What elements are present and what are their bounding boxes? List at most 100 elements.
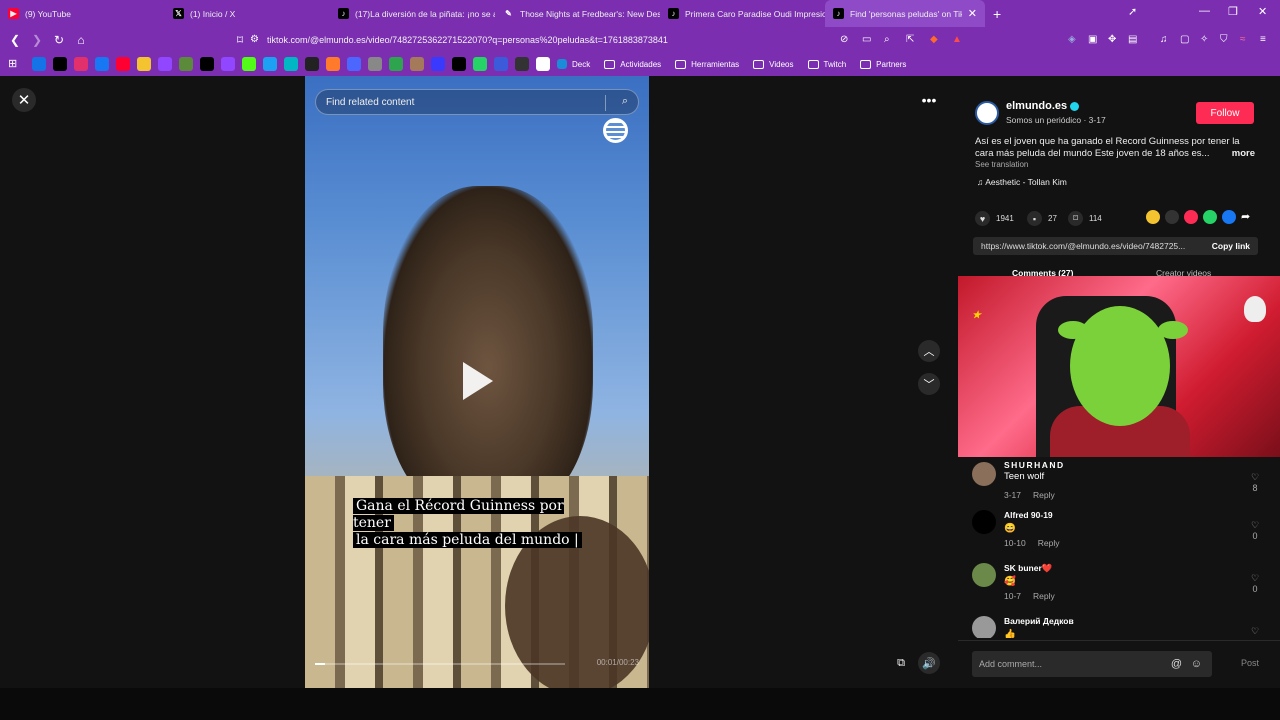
comment-like[interactable]: ♡ 0 — [1248, 573, 1262, 594]
bookmark-orange-icon[interactable] — [326, 57, 340, 71]
commenter-name[interactable]: SK buner❤️ — [1004, 563, 1052, 574]
embed-icon[interactable] — [1165, 210, 1179, 224]
comment-like[interactable]: ♡ 8 — [1248, 472, 1262, 493]
bookmark-outlook-icon[interactable] — [32, 57, 46, 71]
close-video-button[interactable]: ✕ — [12, 88, 36, 112]
music-link[interactable]: ♫ Aesthetic - Tollan Kim — [977, 177, 1067, 187]
menu-icon[interactable]: ≡ — [1260, 34, 1266, 45]
share-icon[interactable]: ⇱ — [906, 34, 914, 45]
vpn-icon[interactable]: ⛉ — [1220, 34, 1228, 45]
commenter-avatar[interactable] — [972, 616, 996, 638]
rewards-icon[interactable]: ▲ — [952, 34, 962, 45]
commenter-name[interactable]: SHURHAND — [1004, 460, 1065, 470]
follow-button[interactable]: Follow — [1196, 102, 1254, 124]
new-tab-button[interactable]: + — [993, 6, 1001, 22]
bookmark-twitch-icon[interactable] — [221, 57, 235, 71]
repost-icon[interactable] — [1146, 210, 1160, 224]
bookmark-tiktok-icon[interactable] — [53, 57, 67, 71]
bookmark-chat-icon[interactable] — [389, 57, 403, 71]
reply-link[interactable]: Reply — [1033, 490, 1055, 500]
site-settings-icon[interactable]: ⚙ — [250, 34, 259, 45]
wallet-icon[interactable]: ◈ — [1068, 34, 1076, 45]
bookmark-gray-icon[interactable] — [368, 57, 382, 71]
whatsapp-share-icon[interactable] — [1203, 210, 1217, 224]
browser-tab-tiktok-pinata[interactable]: ♪ (17)La diversión de la piñata: ¡no se … — [330, 0, 495, 27]
comment-like[interactable]: ♡ 0 — [1248, 520, 1262, 541]
bookmark-blue-icon[interactable] — [263, 57, 277, 71]
bookmark-white-icon[interactable] — [536, 57, 550, 71]
bookmark-instagram-icon[interactable] — [74, 57, 88, 71]
commenter-avatar[interactable] — [972, 462, 996, 486]
back-icon[interactable]: ❮ — [5, 33, 25, 47]
bookmark-teal-icon[interactable] — [284, 57, 298, 71]
copy-link-button[interactable]: Copy link — [1212, 241, 1250, 251]
facebook-share-icon[interactable] — [1222, 210, 1236, 224]
creator-avatar[interactable] — [975, 101, 999, 125]
bookmark-dark-icon[interactable] — [305, 57, 319, 71]
bookmark-folder-partners[interactable]: Partners — [860, 59, 906, 69]
post-comment-button[interactable]: Post — [1241, 658, 1259, 668]
window-close-icon[interactable]: ✕ — [1258, 5, 1267, 18]
add-comment-input[interactable]: Add comment... @ ☺ — [972, 651, 1212, 677]
bookmark-kick-icon[interactable] — [242, 57, 256, 71]
previous-video-chevron-up-icon[interactable]: ︿ — [918, 340, 940, 362]
like-stat[interactable]: ♥ 1941 — [975, 211, 1014, 226]
bookmark-facebook-icon[interactable] — [95, 57, 109, 71]
bookmark-indigo-icon[interactable] — [347, 57, 361, 71]
screen-icon[interactable]: ▭ — [862, 34, 871, 45]
close-tab-icon[interactable]: ✕ — [962, 7, 977, 20]
next-video-chevron-down-icon[interactable]: ﹀ — [918, 373, 940, 395]
volume-icon[interactable]: 🔊 — [918, 652, 940, 674]
leo-icon[interactable]: ✧ — [1200, 34, 1208, 45]
no-camera-icon[interactable]: ⊘ — [840, 34, 848, 45]
play-icon[interactable] — [463, 362, 493, 400]
share-arrow-icon[interactable]: ➦ — [1241, 210, 1255, 224]
mention-icon[interactable]: @ — [1171, 658, 1182, 670]
bookmark-x-icon[interactable] — [200, 57, 214, 71]
video-progress-bar[interactable] — [315, 663, 565, 665]
more-options-icon[interactable]: ••• — [918, 89, 940, 111]
search-icon[interactable]: ⌕ — [622, 95, 628, 108]
sidebar-icon[interactable]: ▤ — [1128, 34, 1137, 45]
creator-username[interactable]: elmundo.es — [1006, 100, 1080, 112]
commenter-name[interactable]: Alfred 90-19 — [1004, 510, 1053, 520]
bookmark-royal-icon[interactable] — [431, 57, 445, 71]
bookmark-whatsapp-icon[interactable] — [473, 57, 487, 71]
bookmark-folder-twitch[interactable]: Twitch — [807, 59, 846, 69]
commenter-avatar[interactable] — [972, 563, 996, 587]
commenter-name[interactable]: Валерий Дедков — [1004, 616, 1074, 626]
extension-icon[interactable]: ▣ — [1088, 34, 1097, 45]
emoji-icon[interactable]: ☺ — [1191, 658, 1202, 670]
bookmark-yellow-icon[interactable] — [137, 57, 151, 71]
reload-icon[interactable]: ↻ — [49, 33, 69, 47]
more-link[interactable]: more — [1232, 148, 1255, 160]
bookmark-r-icon[interactable] — [494, 57, 508, 71]
bookmark-folder-actividades[interactable]: Actividades — [604, 59, 661, 69]
restore-icon[interactable]: ❐ — [1228, 5, 1238, 18]
bookmark-black-icon[interactable] — [452, 57, 466, 71]
home-icon[interactable]: ⌂ — [71, 33, 91, 47]
bookmark-youtube-icon[interactable] — [116, 57, 130, 71]
bookmark-folder-videos[interactable]: Videos — [753, 59, 794, 69]
browser-tab-active[interactable]: ♪ Find 'personas peludas' on TikTo ✕ — [825, 0, 985, 27]
reply-link[interactable]: Reply — [1033, 591, 1055, 601]
comment-like[interactable]: ♡ — [1248, 626, 1262, 637]
related-search-input[interactable]: Find related content ⌕ — [315, 89, 639, 115]
browser-tab-youtube[interactable]: ▶ (9) YouTube — [0, 0, 165, 27]
bookmark-folder-herramientas[interactable]: Herramientas — [675, 59, 739, 69]
forward-icon[interactable]: ❯ — [27, 33, 47, 47]
commenter-avatar[interactable] — [972, 510, 996, 534]
zoom-icon[interactable]: ⌕ — [884, 34, 890, 45]
reply-link[interactable]: Reply — [1038, 538, 1060, 548]
video-player[interactable]: Find related content ⌕ Gana el Récord Gu… — [305, 76, 649, 688]
reading-list-icon[interactable]: ▢ — [1180, 34, 1189, 45]
bookmark-brown-icon[interactable] — [410, 57, 424, 71]
browser-tab-caro[interactable]: ♪ Primera Caro Paradise Oudi Impresio — [660, 0, 825, 27]
see-translation-link[interactable]: See translation — [975, 160, 1028, 169]
browser-tab-x[interactable]: 𝕏 (1) Inicio / X — [165, 0, 330, 27]
brave-shield-icon[interactable]: ◆ — [930, 34, 938, 45]
bookmark-purple-icon[interactable] — [158, 57, 172, 71]
bookmark-diamond-icon[interactable] — [515, 57, 529, 71]
pip-icon[interactable]: ⧉ — [890, 652, 912, 674]
music-icon[interactable]: ♫ — [1160, 34, 1168, 45]
